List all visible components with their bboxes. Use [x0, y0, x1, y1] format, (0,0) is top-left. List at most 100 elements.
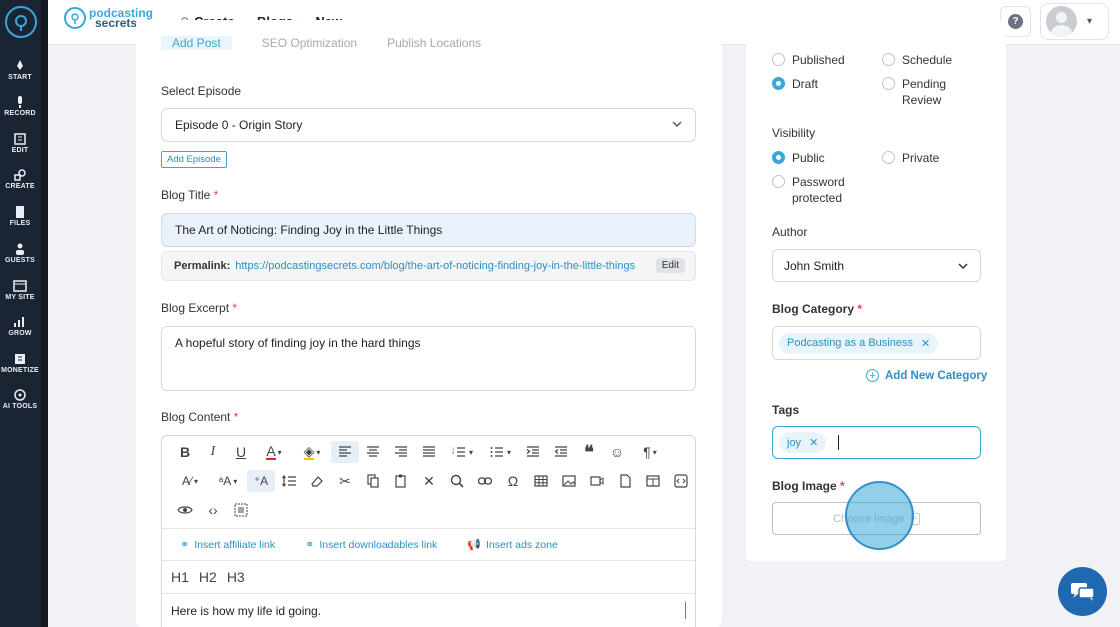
- align-right-icon[interactable]: [387, 441, 415, 463]
- user-menu-button[interactable]: ▾: [1040, 3, 1109, 40]
- rail-scrollbar[interactable]: [41, 0, 48, 627]
- nav-ai-tools[interactable]: AI TOOLS: [0, 389, 40, 410]
- nav-grow[interactable]: GROW: [0, 316, 40, 337]
- radio-icon: [772, 53, 785, 66]
- ordered-list-icon[interactable]: 1 2 ▾: [443, 441, 481, 463]
- quote-icon[interactable]: ❝: [575, 441, 603, 463]
- nav-record[interactable]: RECORD: [0, 96, 40, 117]
- blog-excerpt-textarea[interactable]: A hopeful story of finding joy in the ha…: [161, 326, 696, 391]
- remove-chip-icon[interactable]: ✕: [809, 436, 818, 449]
- code-view-icon[interactable]: ‹›: [199, 499, 227, 521]
- tab-publish-locations[interactable]: Publish Locations: [387, 36, 481, 50]
- image-icon[interactable]: [555, 470, 583, 492]
- copy-icon[interactable]: [359, 470, 387, 492]
- link-icon[interactable]: [471, 470, 499, 492]
- nav-label: START: [8, 74, 32, 81]
- nav-start[interactable]: START: [0, 60, 40, 81]
- blog-title-input[interactable]: The Art of Noticing: Finding Joy in the …: [161, 213, 696, 247]
- paste-icon[interactable]: [387, 470, 415, 492]
- app-logo-icon[interactable]: [5, 6, 37, 38]
- permalink-edit-button[interactable]: Edit: [655, 258, 685, 273]
- table-icon[interactable]: [527, 470, 555, 492]
- click-indicator: [845, 481, 914, 550]
- permalink-label: Permalink:: [174, 260, 231, 272]
- page-scrollbar[interactable]: [1110, 45, 1120, 627]
- line-height-icon[interactable]: [275, 470, 303, 492]
- tab-seo-optimization[interactable]: SEO Optimization: [262, 36, 357, 50]
- nav-guests[interactable]: GUESTS: [0, 243, 40, 264]
- status-schedule-radio[interactable]: Schedule: [882, 52, 952, 68]
- category-select[interactable]: Podcasting as a Business ✕: [772, 326, 981, 360]
- bold-icon[interactable]: B: [171, 441, 199, 463]
- category-chip: Podcasting as a Business ✕: [779, 332, 939, 354]
- underline-icon[interactable]: U: [227, 441, 255, 463]
- add-new-category-button[interactable]: + Add New Category: [866, 369, 987, 382]
- add-episode-button[interactable]: Add Episode: [161, 151, 227, 168]
- blog-title-label-text: Blog Title: [161, 188, 211, 202]
- nav-files[interactable]: FILES: [0, 206, 40, 227]
- episode-select[interactable]: Episode 0 - Origin Story: [161, 108, 696, 142]
- insert-downloadables-link-button[interactable]: ⚭ Insert downloadables link: [305, 538, 437, 552]
- insert-ads-label: Insert ads zone: [485, 538, 558, 551]
- align-left-icon[interactable]: [331, 441, 359, 463]
- bullet-list-icon[interactable]: ▾: [481, 441, 519, 463]
- inline-style-icon[interactable]: ⁺A: [247, 470, 275, 492]
- h2-button[interactable]: H2: [199, 569, 217, 585]
- tags-input[interactable]: joy ✕: [772, 426, 981, 459]
- nav-label: AI TOOLS: [2, 403, 38, 410]
- visibility-private-radio[interactable]: Private: [882, 150, 939, 166]
- insert-ads-zone-button[interactable]: 📢 Insert ads zone: [467, 538, 558, 552]
- search-icon[interactable]: [443, 470, 471, 492]
- permalink-url[interactable]: https://podcastingsecrets.com/blog/the-a…: [235, 260, 635, 272]
- blog-excerpt-label: Blog Excerpt *: [161, 301, 237, 315]
- select-all-icon[interactable]: [227, 499, 255, 521]
- radio-selected-icon: [772, 151, 785, 164]
- paragraph-format-icon[interactable]: ¶ ▾: [631, 441, 669, 463]
- plus-circle-icon: +: [866, 369, 879, 382]
- remove-chip-icon[interactable]: ✕: [921, 337, 930, 350]
- chat-support-button[interactable]: [1058, 567, 1107, 616]
- chevron-down-icon: ▾: [1087, 16, 1093, 27]
- emoji-icon[interactable]: ☺: [603, 441, 631, 463]
- text-color-icon[interactable]: A ▾: [255, 441, 293, 463]
- status-draft-radio[interactable]: Draft: [772, 76, 818, 92]
- visibility-public-radio[interactable]: Public: [772, 150, 825, 166]
- paragraph-style-icon[interactable]: A⁄ ▾: [171, 470, 209, 492]
- blog-excerpt-label-text: Blog Excerpt: [161, 301, 230, 315]
- eraser-icon[interactable]: [303, 470, 331, 492]
- author-select[interactable]: John Smith: [772, 249, 981, 282]
- insert-affiliate-link-button[interactable]: ⚭ Insert affiliate link: [180, 538, 275, 552]
- italic-icon[interactable]: I: [199, 441, 227, 463]
- video-icon[interactable]: [583, 470, 611, 492]
- h1-button[interactable]: H1: [171, 569, 189, 585]
- visibility-password-radio[interactable]: Password protected: [772, 174, 845, 206]
- font-size-icon[interactable]: ᵃA ▾: [209, 470, 247, 492]
- preview-eye-icon[interactable]: [171, 499, 199, 521]
- special-character-icon[interactable]: Ω: [499, 470, 527, 492]
- h3-button[interactable]: H3: [227, 569, 245, 585]
- radio-selected-icon: [772, 77, 785, 90]
- file-icon[interactable]: [611, 470, 639, 492]
- chevron-down-icon: [672, 121, 682, 128]
- blog-image-label-text: Blog Image: [772, 479, 837, 493]
- layout-icon[interactable]: [639, 470, 667, 492]
- nav-create[interactable]: CREATE: [0, 169, 40, 190]
- align-justify-icon[interactable]: [415, 441, 443, 463]
- toolbar-row-1: B I U A ▾ ◈ ▾ 1 2 ▾ ▾ ❝ ☺ ¶ ▾: [162, 438, 669, 466]
- nav-edit[interactable]: EDIT: [0, 133, 40, 154]
- embed-code-icon[interactable]: [667, 470, 695, 492]
- nav-monetize[interactable]: MONETIZE: [0, 353, 40, 374]
- cut-icon[interactable]: ✂: [331, 470, 359, 492]
- clear-formatting-icon[interactable]: ✕: [415, 470, 443, 492]
- insert-actions-row: ⚭ Insert affiliate link ⚭ Insert downloada…: [162, 528, 695, 561]
- nav-label: MONETIZE: [1, 367, 39, 374]
- nav-my-site[interactable]: MY SITE: [0, 280, 40, 301]
- outdent-icon[interactable]: [547, 441, 575, 463]
- status-pending-review-radio[interactable]: Pending Review: [882, 76, 946, 108]
- editor-content-text[interactable]: Here is how my life id going.: [171, 604, 321, 618]
- align-center-icon[interactable]: [359, 441, 387, 463]
- highlight-color-icon[interactable]: ◈ ▾: [293, 441, 331, 463]
- status-published-radio[interactable]: Published: [772, 52, 845, 68]
- tab-add-post[interactable]: Add Post: [161, 36, 232, 50]
- indent-icon[interactable]: [519, 441, 547, 463]
